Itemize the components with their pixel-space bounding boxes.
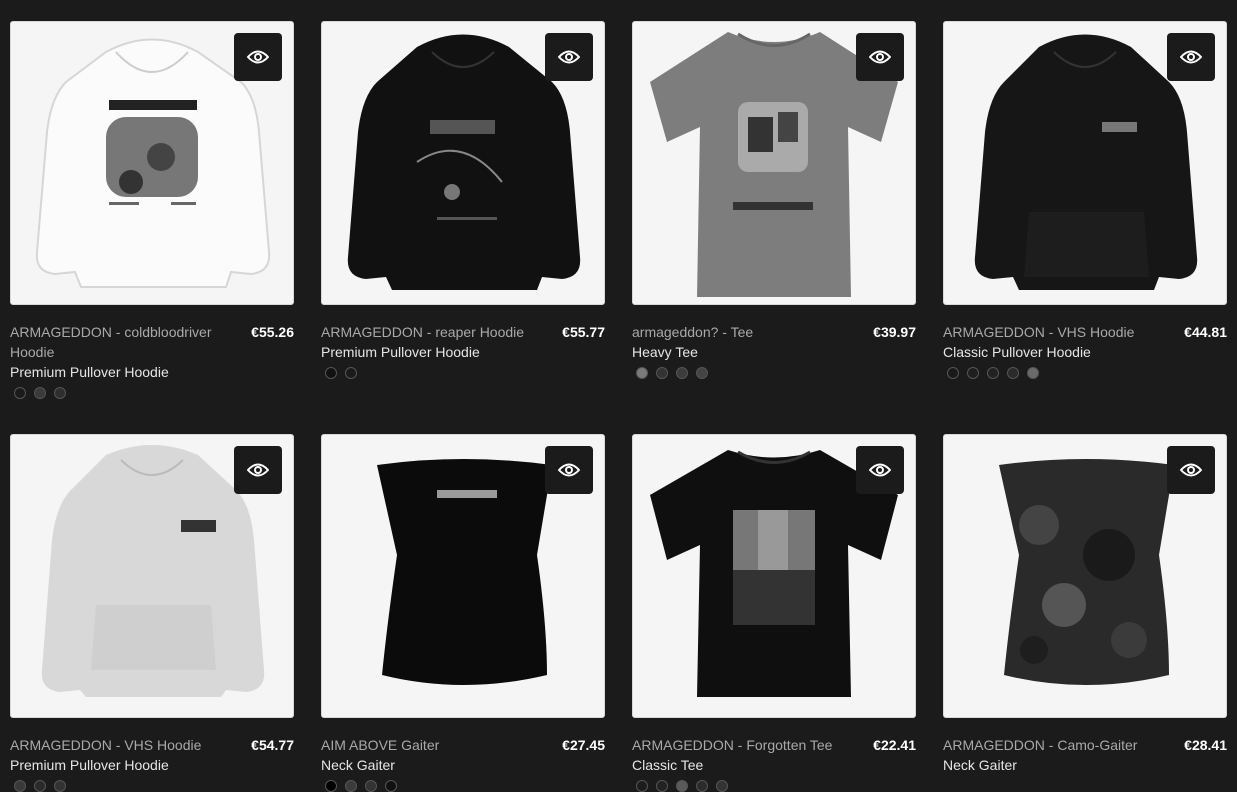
color-swatch[interactable]	[54, 780, 66, 792]
quick-view-button[interactable]	[234, 33, 282, 81]
quick-view-button[interactable]	[1167, 446, 1215, 494]
color-swatch[interactable]	[676, 367, 688, 379]
product-price: €39.97	[873, 324, 916, 340]
color-swatches	[632, 367, 916, 379]
product-price: €44.81	[1184, 324, 1227, 340]
eye-icon	[869, 50, 891, 64]
product-type: Heavy Tee	[632, 344, 698, 360]
product-card[interactable]: AIM ABOVE Gaiter €27.45 Neck Gaiter	[321, 434, 605, 792]
color-swatches	[321, 367, 605, 379]
product-card[interactable]: ARMAGEDDON - VHS Hoodie €54.77 Premium P…	[10, 434, 294, 792]
product-image[interactable]	[943, 434, 1227, 718]
product-image[interactable]	[321, 21, 605, 305]
color-swatches	[943, 367, 1227, 379]
product-title[interactable]: ARMAGEDDON - coldbloodriver Hoodie	[10, 322, 230, 362]
product-type: Neck Gaiter	[321, 757, 395, 773]
color-swatch[interactable]	[656, 367, 668, 379]
product-card[interactable]: ARMAGEDDON - VHS Hoodie €44.81 Classic P…	[943, 21, 1227, 379]
color-swatch[interactable]	[14, 780, 26, 792]
product-price: €55.26	[251, 324, 294, 340]
color-swatch[interactable]	[716, 780, 728, 792]
color-swatches	[10, 387, 294, 399]
color-swatch[interactable]	[325, 780, 337, 792]
product-type: Premium Pullover Hoodie	[10, 364, 169, 380]
product-image[interactable]	[10, 434, 294, 718]
color-swatches	[632, 780, 916, 792]
product-type: Neck Gaiter	[943, 757, 1017, 773]
quick-view-button[interactable]	[1167, 33, 1215, 81]
quick-view-button[interactable]	[234, 446, 282, 494]
product-title[interactable]: ARMAGEDDON - VHS Hoodie	[943, 322, 1163, 342]
color-swatch[interactable]	[345, 367, 357, 379]
product-price: €22.41	[873, 737, 916, 753]
quick-view-button[interactable]	[545, 446, 593, 494]
product-title[interactable]: ARMAGEDDON - reaper Hoodie	[321, 322, 541, 342]
quick-view-button[interactable]	[545, 33, 593, 81]
eye-icon	[247, 463, 269, 477]
eye-icon	[1180, 50, 1202, 64]
color-swatches	[10, 780, 294, 792]
eye-icon	[869, 463, 891, 477]
eye-icon	[247, 50, 269, 64]
product-image[interactable]	[632, 21, 916, 305]
product-title[interactable]: AIM ABOVE Gaiter	[321, 735, 541, 755]
product-price: €55.77	[562, 324, 605, 340]
eye-icon	[558, 463, 580, 477]
color-swatch[interactable]	[1027, 367, 1039, 379]
color-swatch[interactable]	[34, 387, 46, 399]
product-card[interactable]: ARMAGEDDON - coldbloodriver Hoodie €55.2…	[10, 21, 294, 399]
color-swatch[interactable]	[696, 367, 708, 379]
product-image[interactable]	[321, 434, 605, 718]
product-title[interactable]: armageddon? - Tee	[632, 322, 852, 342]
product-price: €27.45	[562, 737, 605, 753]
product-card[interactable]: ARMAGEDDON - Camo-Gaiter €28.41 Neck Gai…	[943, 434, 1227, 775]
color-swatch[interactable]	[14, 387, 26, 399]
color-swatch[interactable]	[696, 780, 708, 792]
product-title[interactable]: ARMAGEDDON - VHS Hoodie	[10, 735, 230, 755]
product-title[interactable]: ARMAGEDDON - Forgotten Tee	[632, 735, 852, 755]
product-type: Classic Tee	[632, 757, 704, 773]
eye-icon	[558, 50, 580, 64]
product-title[interactable]: ARMAGEDDON - Camo-Gaiter	[943, 735, 1163, 755]
product-price: €28.41	[1184, 737, 1227, 753]
color-swatch[interactable]	[656, 780, 668, 792]
color-swatch[interactable]	[967, 367, 979, 379]
product-type: Premium Pullover Hoodie	[10, 757, 169, 773]
color-swatch[interactable]	[636, 780, 648, 792]
color-swatch[interactable]	[676, 780, 688, 792]
color-swatch[interactable]	[1007, 367, 1019, 379]
product-price: €54.77	[251, 737, 294, 753]
quick-view-button[interactable]	[856, 446, 904, 494]
color-swatch[interactable]	[325, 367, 337, 379]
color-swatch[interactable]	[947, 367, 959, 379]
product-card[interactable]: armageddon? - Tee €39.97 Heavy Tee	[632, 21, 916, 379]
product-card[interactable]: ARMAGEDDON - reaper Hoodie €55.77 Premiu…	[321, 21, 605, 379]
color-swatches	[321, 780, 605, 792]
color-swatch[interactable]	[345, 780, 357, 792]
product-type: Premium Pullover Hoodie	[321, 344, 480, 360]
quick-view-button[interactable]	[856, 33, 904, 81]
product-type: Classic Pullover Hoodie	[943, 344, 1091, 360]
color-swatch[interactable]	[34, 780, 46, 792]
color-swatch[interactable]	[987, 367, 999, 379]
color-swatch[interactable]	[636, 367, 648, 379]
product-image[interactable]	[632, 434, 916, 718]
color-swatch[interactable]	[365, 780, 377, 792]
product-image[interactable]	[943, 21, 1227, 305]
eye-icon	[1180, 463, 1202, 477]
color-swatch[interactable]	[54, 387, 66, 399]
product-card[interactable]: ARMAGEDDON - Forgotten Tee €22.41 Classi…	[632, 434, 916, 792]
color-swatch[interactable]	[385, 780, 397, 792]
product-image[interactable]	[10, 21, 294, 305]
